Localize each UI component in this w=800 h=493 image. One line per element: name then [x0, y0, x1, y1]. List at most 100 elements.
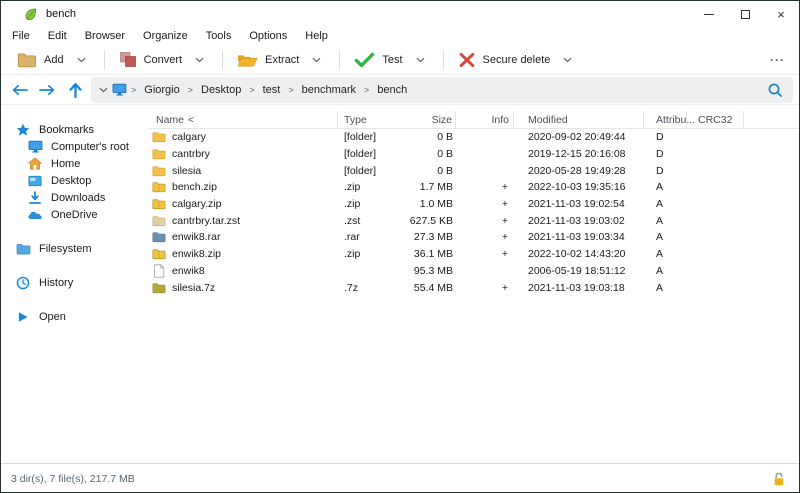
- chevron-down-icon[interactable]: [416, 57, 425, 63]
- column-header-type[interactable]: Type: [338, 111, 406, 128]
- chevron-down-icon[interactable]: [195, 57, 204, 63]
- menu-item-browser[interactable]: Browser: [76, 27, 134, 45]
- search-button[interactable]: [767, 82, 785, 98]
- file-row-bench-zip[interactable]: bench.zip .zip 1.7 MB +2022-10-03 19:35:16 A: [149, 179, 799, 196]
- peazip-window: bench × File Edit Browser Organize Tools Opti…: [0, 0, 800, 493]
- home-icon: [27, 157, 43, 170]
- file-row-silesia[interactable]: silesia [folder] 0 B 2020-05-28 19:49:28 D: [149, 162, 799, 179]
- file-modified: 2021-11-03 19:03:18: [528, 281, 625, 294]
- menu-item-tools[interactable]: Tools: [197, 27, 241, 45]
- toolbar-button-test[interactable]: Test: [348, 49, 434, 71]
- file-attributes: A: [656, 214, 664, 227]
- breadcrumb-segment-test[interactable]: test: [255, 84, 289, 96]
- breadcrumb-segment-benchmark[interactable]: benchmark: [294, 84, 364, 96]
- chevron-down-icon[interactable]: [563, 57, 572, 63]
- file-info: +: [501, 181, 508, 194]
- file-type: .zip: [344, 181, 361, 194]
- toolbar-button-secure-delete[interactable]: Secure delete: [452, 49, 583, 71]
- computer-icon: [27, 140, 43, 153]
- column-header-attributes[interactable]: Attribu...: [644, 111, 695, 128]
- file-row-enwik8-zip[interactable]: enwik8.zip .zip 36.1 MB +2022-10-02 14:43:2…: [149, 246, 799, 263]
- file-attributes: A: [656, 198, 664, 211]
- sidebar-item-filesystem[interactable]: Filesystem: [15, 240, 149, 257]
- file-type: .7z: [344, 281, 359, 294]
- breadcrumb-dropdown[interactable]: [99, 87, 108, 93]
- file-attributes: A: [656, 264, 664, 277]
- file-size: 1.7 MB: [419, 181, 453, 194]
- extract-icon: [237, 52, 258, 68]
- sort-ascending-indicator: <: [188, 113, 195, 126]
- file-row-enwik8[interactable]: enwik8 95.3 MB 2006-05-19 18:51:12 A: [149, 263, 799, 280]
- breadcrumb-segment-desktop[interactable]: Desktop: [193, 84, 249, 96]
- file-name: bench.zip: [172, 181, 217, 194]
- zip-file-icon: [151, 248, 166, 260]
- up-button[interactable]: [61, 77, 89, 103]
- sidebar-item-bookmarks[interactable]: Bookmarks: [15, 121, 149, 138]
- column-header-size[interactable]: Size: [406, 111, 456, 128]
- forward-button[interactable]: [33, 77, 61, 103]
- file-modified: 2006-05-19 18:51:12: [528, 264, 626, 277]
- file-info: +: [501, 231, 508, 244]
- back-button[interactable]: [5, 77, 33, 103]
- maximize-button[interactable]: [727, 1, 763, 27]
- status-bar: 3 dir(s), 7 file(s), 217.7 MB: [1, 463, 799, 492]
- secure-delete-icon: [458, 52, 476, 68]
- file-type: .rar: [344, 231, 360, 244]
- close-button[interactable]: ×: [763, 1, 799, 27]
- zip-file-icon: [151, 198, 166, 210]
- column-header-modified[interactable]: Modified: [514, 111, 644, 128]
- menu-item-file[interactable]: File: [3, 27, 39, 45]
- breadcrumb-segment-bench[interactable]: bench: [369, 84, 415, 96]
- sidebar-item-desktop[interactable]: Desktop: [15, 172, 149, 189]
- history-icon: [15, 276, 31, 290]
- file-modified: 2021-11-03 19:02:54: [528, 198, 625, 211]
- app-leaf-icon: [23, 7, 38, 22]
- file-row-calgary[interactable]: calgary [folder] 0 B 2020-09-02 20:49:44 D: [149, 129, 799, 146]
- file-name: calgary: [172, 131, 206, 144]
- toolbar-button-extract[interactable]: Extract: [231, 49, 331, 71]
- file-list-header: Name < Type Size Info Modified Attribu..…: [149, 111, 799, 129]
- test-icon: [354, 52, 375, 68]
- computer-icon[interactable]: [112, 83, 127, 96]
- file-row-cantrbry[interactable]: cantrbry [folder] 0 B 2019-12-15 20:16:08 D: [149, 146, 799, 163]
- menu-bar: File Edit Browser Organize Tools Options Help: [1, 27, 799, 45]
- sidebar-item-history[interactable]: History: [15, 274, 149, 291]
- toolbar-more-button[interactable]: ···: [770, 53, 785, 67]
- file-type: [folder]: [344, 131, 377, 144]
- toolbar-button-add[interactable]: Add: [11, 49, 96, 71]
- sidebar-item-onedrive[interactable]: OneDrive: [15, 206, 149, 223]
- file-row-silesia-7z[interactable]: silesia.7z .7z 55.4 MB +2021-11-03 19:03:18…: [149, 279, 799, 296]
- file-row-enwik8-rar[interactable]: enwik8.rar .rar 27.3 MB +2021-11-03 19:03:3…: [149, 229, 799, 246]
- file-attributes: D: [656, 164, 664, 177]
- window-title: bench: [46, 8, 76, 20]
- chevron-down-icon[interactable]: [77, 57, 86, 63]
- file-size: 27.3 MB: [413, 231, 453, 244]
- column-header-info[interactable]: Info: [456, 111, 514, 128]
- sidebar-item-computer-s-root[interactable]: Computer's root: [15, 138, 149, 155]
- minimize-button[interactable]: [691, 1, 727, 27]
- 7z-file-icon: [151, 282, 166, 294]
- column-header-name[interactable]: Name <: [149, 111, 338, 128]
- sidebar-item-home[interactable]: Home: [15, 155, 149, 172]
- file-row-cantrbry-tar-zst[interactable]: cantrbry.tar.zst .zst 627.5 KB +2021-11-03 …: [149, 212, 799, 229]
- breadcrumb-segment-giorgio[interactable]: Giorgio: [136, 84, 187, 96]
- file-file-icon: [151, 264, 166, 278]
- menu-item-help[interactable]: Help: [296, 27, 337, 45]
- menu-item-edit[interactable]: Edit: [39, 27, 76, 45]
- file-row-calgary-zip[interactable]: calgary.zip .zip 1.0 MB +2021-11-03 19:02:5…: [149, 196, 799, 213]
- sidebar-item-open[interactable]: Open: [15, 308, 149, 325]
- menu-item-organize[interactable]: Organize: [134, 27, 197, 45]
- file-size: 95.3 MB: [413, 264, 453, 277]
- sidebar-item-downloads[interactable]: Downloads: [15, 189, 149, 206]
- open-padlock-icon[interactable]: [772, 472, 785, 487]
- menu-item-options[interactable]: Options: [240, 27, 296, 45]
- downloads-icon: [27, 190, 43, 205]
- file-attributes: A: [656, 181, 664, 194]
- toolbar-button-convert[interactable]: Convert: [113, 48, 215, 71]
- column-header-crc32[interactable]: CRC32: [687, 111, 744, 128]
- chevron-down-icon[interactable]: [312, 57, 321, 63]
- open-icon: [15, 311, 31, 323]
- zst-file-icon: [151, 215, 166, 227]
- file-attributes: A: [656, 248, 664, 261]
- file-type: .zip: [344, 248, 361, 261]
